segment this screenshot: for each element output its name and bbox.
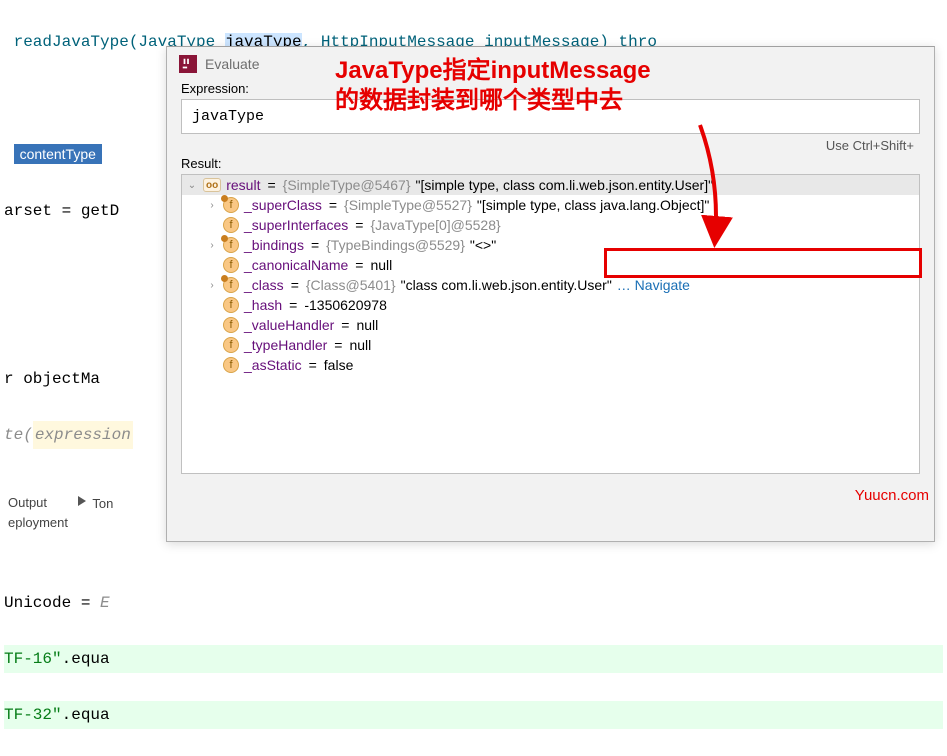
ton-tab-label[interactable]: Ton	[92, 496, 113, 511]
field-icon	[223, 197, 239, 213]
popup-title: Evaluate	[205, 56, 259, 72]
tree-row[interactable]: _hash= -1350620978	[182, 295, 919, 315]
code-line: TF-32".equa	[4, 701, 943, 729]
tree-row[interactable]: ›_class={Class@5401} "class com.li.web.j…	[182, 275, 919, 295]
tree-row[interactable]: ›_bindings={TypeBindings@5529} "<>"	[182, 235, 919, 255]
field-icon	[223, 217, 239, 233]
tree-row[interactable]: _asStatic= false	[182, 355, 919, 375]
field-icon	[223, 357, 239, 373]
run-icon	[75, 494, 89, 508]
chevron-right-icon[interactable]: ›	[206, 200, 218, 211]
result-tree[interactable]: ⌄ oo result = {SimpleType@5467} "[simple…	[181, 174, 920, 474]
bottom-toolbar: Output Ton eployment	[0, 492, 160, 532]
expression-label: Expression:	[181, 81, 920, 96]
field-icon	[223, 297, 239, 313]
tree-row[interactable]: _typeHandler= null	[182, 335, 919, 355]
chevron-down-icon[interactable]: ⌄	[186, 180, 198, 191]
chevron-right-icon[interactable]: ›	[206, 240, 218, 251]
code-line: Unicode = E	[4, 589, 943, 617]
field-icon	[223, 317, 239, 333]
expression-input[interactable]	[181, 99, 920, 134]
output-tab[interactable]: Output	[8, 495, 47, 510]
content-type-tag: contentType	[14, 144, 102, 164]
navigate-link[interactable]: … Navigate	[617, 277, 690, 293]
tree-root-row[interactable]: ⌄ oo result = {SimpleType@5467} "[simple…	[182, 175, 919, 195]
object-icon: oo	[203, 178, 221, 192]
field-icon	[223, 237, 239, 253]
watermark: Yuucn.com	[855, 487, 929, 504]
tree-row[interactable]: _superInterfaces={JavaType[0]@5528}	[182, 215, 919, 235]
chevron-right-icon[interactable]: ›	[206, 280, 218, 291]
deployment-tab[interactable]: eployment	[8, 515, 68, 530]
shortcut-hint: Use Ctrl+Shift+	[181, 138, 920, 153]
tree-row[interactable]: _valueHandler= null	[182, 315, 919, 335]
intellij-icon	[179, 55, 197, 73]
popup-header: Evaluate	[167, 47, 934, 77]
field-icon	[223, 257, 239, 273]
tree-row[interactable]: _canonicalName= null	[182, 255, 919, 275]
field-icon	[223, 337, 239, 353]
field-icon	[223, 277, 239, 293]
evaluate-popup: Evaluate Expression: Use Ctrl+Shift+ Res…	[166, 46, 935, 542]
code-line: TF-16".equa	[4, 645, 943, 673]
result-label: Result:	[181, 156, 920, 171]
tree-row[interactable]: ›_superClass={SimpleType@5527} "[simple …	[182, 195, 919, 215]
